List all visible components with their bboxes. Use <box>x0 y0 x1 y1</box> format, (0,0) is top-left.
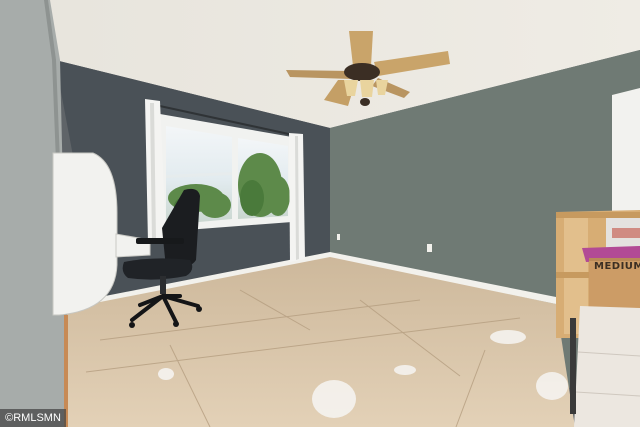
wall-outlet <box>427 244 432 252</box>
photo-watermark: ©RMLSMN <box>0 409 66 427</box>
room-photo: MEDIUM ©RMLSMN <box>0 0 640 427</box>
door-frame <box>612 88 640 212</box>
box-label: MEDIUM <box>594 261 640 272</box>
room-drawing <box>0 0 640 427</box>
white-cabinet <box>574 306 640 427</box>
